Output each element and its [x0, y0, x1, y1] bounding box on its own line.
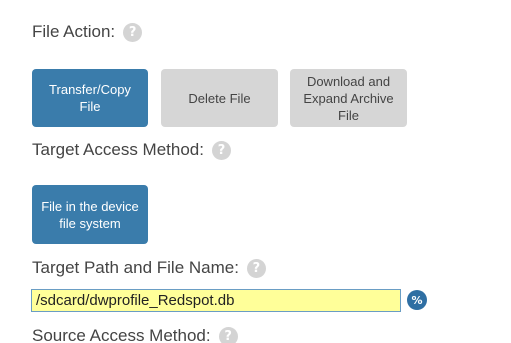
help-icon[interactable]: ? [246, 258, 266, 278]
variable-insert-icon[interactable]: % [407, 290, 427, 310]
transfer-copy-file-button[interactable]: Transfer/Copy File [32, 69, 148, 127]
target-path-row: Target Path and File Name: ? [32, 258, 266, 278]
file-action-row: File Action: ? [32, 22, 143, 42]
target-path-label: Target Path and File Name: [32, 258, 239, 277]
help-icon[interactable]: ? [218, 326, 238, 343]
target-access-label: Target Access Method: [32, 140, 204, 159]
target-path-input[interactable] [31, 289, 401, 312]
file-action-label: File Action: [32, 22, 116, 41]
target-access-row: Target Access Method: ? [32, 140, 231, 160]
delete-file-button[interactable]: Delete File [161, 69, 278, 127]
help-icon[interactable]: ? [123, 22, 143, 42]
source-access-label: Source Access Method: [32, 326, 211, 343]
download-expand-archive-button[interactable]: Download and Expand Archive File [290, 69, 407, 127]
file-action-form: File Action: ? Transfer/Copy File Delete… [0, 0, 511, 343]
file-in-device-file-system-button[interactable]: File in the device file system [32, 185, 148, 244]
source-access-row: Source Access Method: ? [32, 326, 238, 343]
help-icon[interactable]: ? [211, 140, 231, 160]
